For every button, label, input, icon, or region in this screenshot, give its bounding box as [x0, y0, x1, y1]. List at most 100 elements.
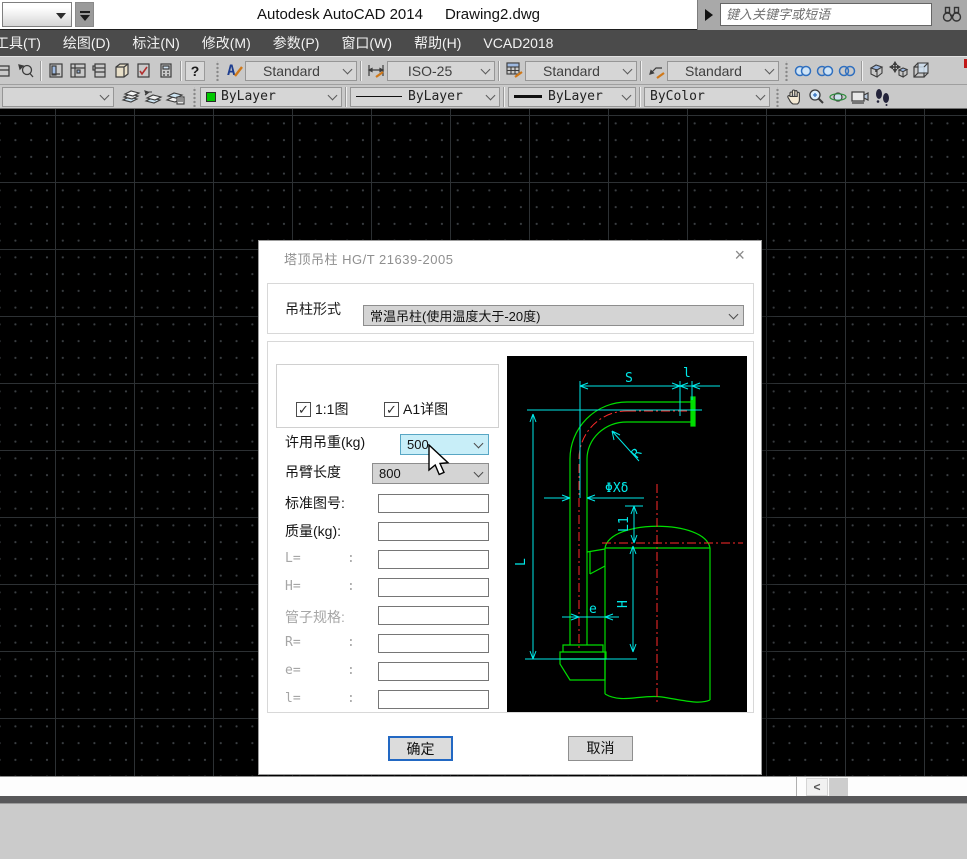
show-motion-icon[interactable] — [849, 86, 871, 108]
separator — [861, 61, 863, 81]
menu-help[interactable]: 帮助(H) — [403, 30, 472, 56]
text-style-icon[interactable]: A — [223, 60, 245, 82]
toolbar-grip[interactable] — [191, 87, 196, 107]
menu-parametric[interactable]: 参数(P) — [262, 30, 331, 56]
separator — [360, 61, 362, 81]
menu-dimension[interactable]: 标注(N) — [121, 30, 190, 56]
checkbox-a1-detail[interactable]: ✓ A1详图 — [384, 399, 448, 419]
R-input[interactable] — [378, 634, 489, 653]
toolbar-grip[interactable] — [214, 61, 219, 81]
plot-style-combo[interactable]: ByColor — [644, 87, 770, 107]
toolbar-grip[interactable] — [774, 87, 779, 107]
text-style-combo[interactable]: Standard — [245, 61, 357, 81]
orbit-icon[interactable] — [827, 86, 849, 108]
layer-combo[interactable] — [2, 87, 114, 107]
3d-box-icon[interactable] — [910, 60, 932, 82]
chevron-down-icon — [328, 90, 338, 100]
walk-icon[interactable] — [871, 86, 893, 108]
chevron-down-icon — [474, 438, 484, 448]
menu-draw[interactable]: 绘图(D) — [52, 30, 121, 56]
R-label: R= — [285, 635, 301, 650]
zoom-previous-icon[interactable] — [15, 60, 37, 82]
ok-button[interactable]: 确定 — [388, 736, 453, 761]
dim-e-label: e — [589, 602, 597, 617]
chevron-down-icon — [756, 90, 766, 100]
checkbox-checked-icon[interactable]: ✓ — [296, 402, 311, 417]
layer-properties-icon[interactable] — [120, 86, 142, 108]
double-chevron-icon — [80, 15, 90, 21]
ungroup-icon[interactable] — [814, 60, 836, 82]
dim-s-label: S — [625, 371, 633, 386]
dialog-title: 塔顶吊柱 HG/T 21639-2005 — [284, 249, 453, 268]
checkbox-checked-icon[interactable]: ✓ — [384, 402, 399, 417]
chevron-down-icon — [343, 64, 353, 74]
color-combo[interactable]: ByLayer — [200, 87, 342, 107]
table-style-combo[interactable]: Standard — [525, 61, 637, 81]
quick-access-more-button[interactable] — [75, 2, 94, 27]
menu-bar: 工具(T) 绘图(D) 标注(N) 修改(M) 参数(P) 窗口(W) 帮助(H… — [0, 30, 967, 56]
davit-preview-image: S l R ΦXδ L1 L H e — [507, 356, 747, 712]
document-title: Drawing2.dwg — [445, 6, 540, 23]
cutoff-toolbar-icon[interactable] — [0, 60, 15, 82]
zoom-realtime-icon[interactable] — [805, 86, 827, 108]
linetype-combo[interactable]: ByLayer — [350, 87, 500, 107]
chevron-down-icon — [765, 64, 775, 74]
layer-translator-icon[interactable] — [164, 86, 186, 108]
mouse-cursor — [428, 444, 454, 483]
cancel-button[interactable]: 取消 — [568, 736, 633, 761]
autocad-window: Autodesk AutoCAD 2014 Drawing2.dwg 工具(T) … — [0, 0, 967, 859]
table-style-icon[interactable] — [503, 60, 525, 82]
window-title: Autodesk AutoCAD 2014 Drawing2.dwg — [100, 0, 697, 30]
L-input[interactable] — [378, 550, 489, 569]
std-drawing-no-input[interactable] — [378, 494, 489, 513]
separator — [639, 87, 641, 107]
group-edit-icon[interactable] — [836, 60, 858, 82]
close-icon[interactable]: × — [730, 245, 749, 265]
small-l-input[interactable] — [378, 690, 489, 709]
e-input[interactable] — [378, 662, 489, 681]
menu-tools[interactable]: 工具(T) — [0, 30, 52, 56]
separator — [498, 61, 500, 81]
dimension-style-combo[interactable]: ISO-25 — [387, 61, 495, 81]
markup-set-manager-icon[interactable] — [133, 60, 155, 82]
dimension-style-icon[interactable] — [365, 60, 387, 82]
menu-vcad2018[interactable]: VCAD2018 — [472, 30, 564, 56]
help-icon[interactable]: ? — [185, 61, 205, 81]
tool-palettes-icon[interactable] — [89, 60, 111, 82]
H-input[interactable] — [378, 578, 489, 597]
davit-type-combo[interactable]: 常温吊柱(使用温度大于-20度) — [363, 305, 744, 326]
command-panel[interactable] — [0, 803, 967, 859]
designcenter-icon[interactable] — [67, 60, 89, 82]
group-icon[interactable] — [792, 60, 814, 82]
workspace-dropdown[interactable] — [2, 2, 72, 27]
app-title: Autodesk AutoCAD 2014 — [257, 6, 423, 23]
scroll-left-button[interactable]: < — [806, 778, 828, 796]
properties-palette-icon[interactable] — [45, 60, 67, 82]
e-label: e= — [285, 663, 301, 678]
mass-input[interactable] — [378, 522, 489, 541]
menu-modify[interactable]: 修改(M) — [191, 30, 262, 56]
checkbox-1to1[interactable]: ✓ 1:1图 — [296, 399, 348, 419]
horizontal-scrollbar[interactable]: < — [0, 776, 967, 796]
quickcalc-icon[interactable] — [155, 60, 177, 82]
move-3d-icon[interactable] — [888, 60, 910, 82]
load-label: 许用吊重(kg) — [285, 432, 365, 452]
sheet-set-manager-icon[interactable] — [111, 60, 133, 82]
layer-states-icon[interactable] — [142, 86, 164, 108]
svg-text:A: A — [227, 63, 236, 79]
binoculars-icon[interactable] — [942, 6, 962, 28]
pipe-spec-input[interactable] — [378, 606, 489, 625]
lineweight-combo[interactable]: ByLayer — [508, 87, 636, 107]
pan-icon[interactable] — [783, 86, 805, 108]
multileader-style-combo[interactable]: Standard — [667, 61, 779, 81]
separator — [640, 61, 642, 81]
search-expand-icon[interactable] — [705, 9, 713, 21]
toolbar-grip[interactable] — [783, 61, 788, 81]
dim-h-label: H — [616, 600, 631, 608]
davit-dialog: 塔顶吊柱 HG/T 21639-2005 × 吊柱形式 常温吊柱(使用温度大于-… — [258, 240, 762, 775]
extract-data-icon[interactable] — [866, 60, 888, 82]
multileader-style-icon[interactable] — [645, 60, 667, 82]
search-input[interactable] — [720, 3, 932, 26]
menu-window[interactable]: 窗口(W) — [330, 30, 403, 56]
scrollbar-thumb[interactable] — [829, 778, 848, 796]
